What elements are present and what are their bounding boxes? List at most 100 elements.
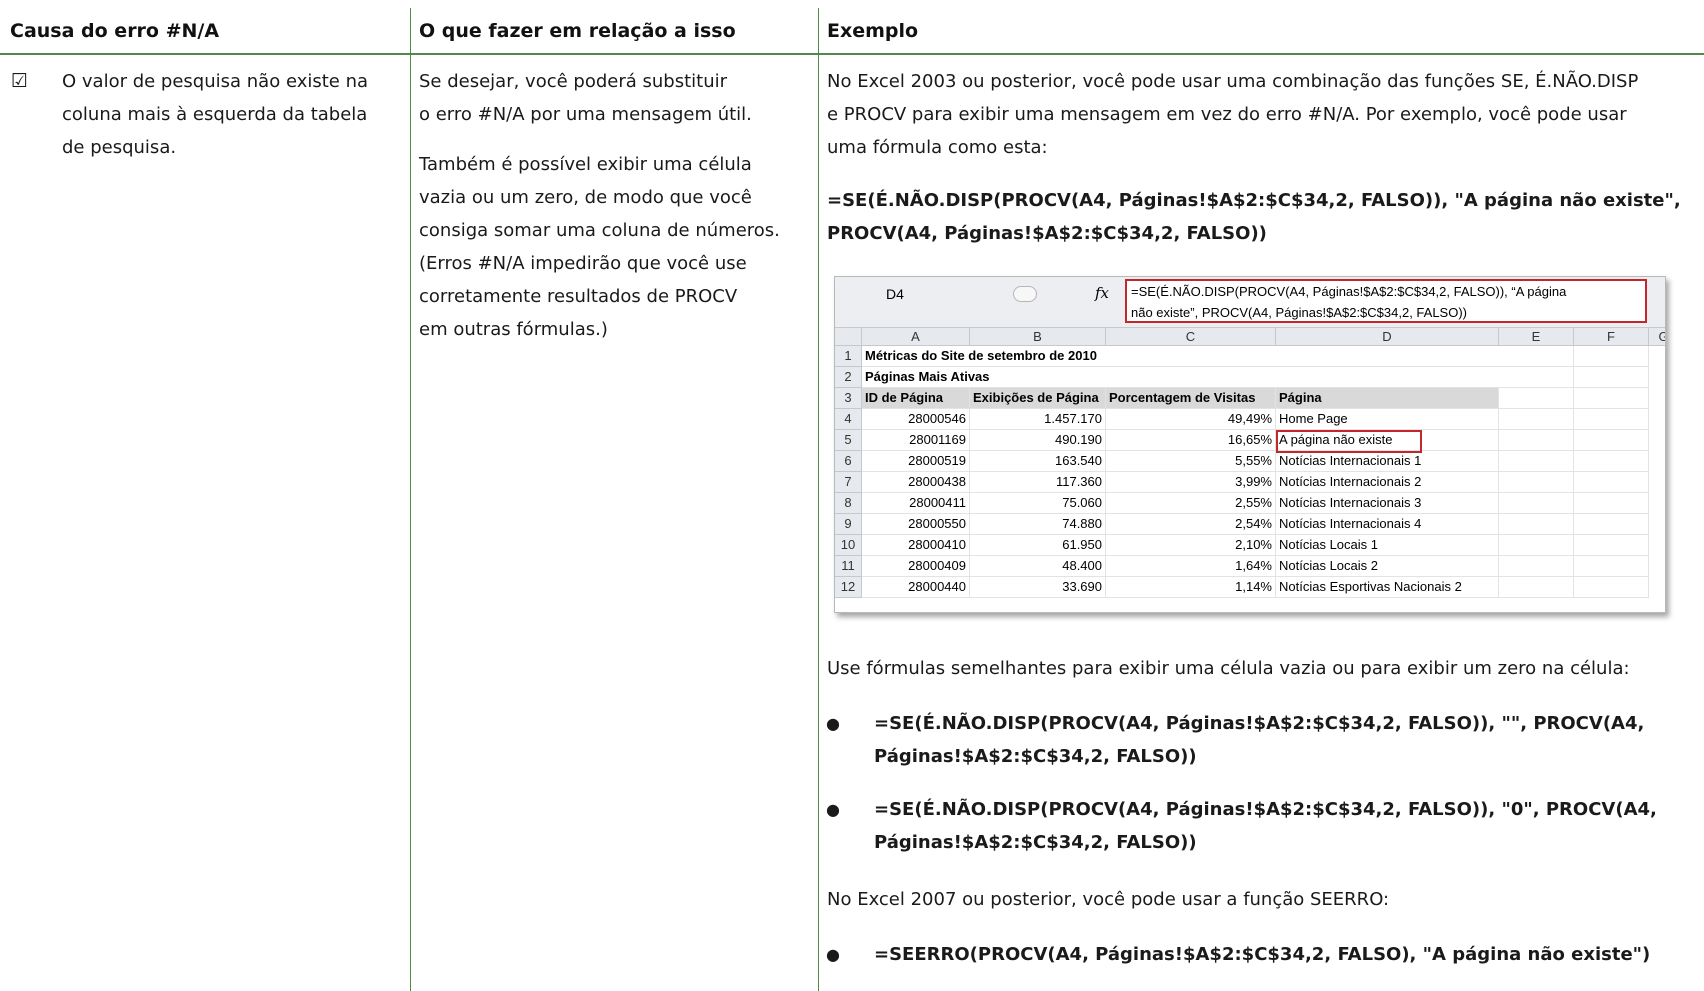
sheet-cell: [1574, 430, 1649, 451]
sheet-cell: 2,55%: [1106, 493, 1276, 514]
row-header: 6: [835, 451, 862, 472]
sheet-cell: 28000550: [862, 514, 970, 535]
sheet-cell: Notícias Locais 1: [1276, 535, 1499, 556]
sheet-cell: 163.540: [970, 451, 1106, 472]
example-intro: No Excel 2003 ou posterior, você pode us…: [827, 71, 1639, 158]
sheet-cell: Exibições de Página: [970, 388, 1106, 409]
row-header: 8: [835, 493, 862, 514]
column-header-b: B: [970, 328, 1106, 346]
bullet-icon: ●: [826, 945, 840, 964]
sheet-cell: 16,65%: [1106, 430, 1276, 451]
sheet-cell: [1499, 451, 1574, 472]
sheet-cell: [1499, 493, 1574, 514]
sheet-cell: 3,99%: [1106, 472, 1276, 493]
highlight-box-d5: [1276, 430, 1422, 453]
formula-empty-cell: =SE(É.NÃO.DISP(PROCV(A4, Páginas!$A$2:$C…: [874, 713, 1645, 767]
sheet-cell: Notícias Locais 2: [1276, 556, 1499, 577]
sheet-cell: Páginas Mais Ativas: [862, 367, 990, 388]
header-exemplo: Exemplo: [827, 20, 919, 42]
sheet-cell: 117.360: [970, 472, 1106, 493]
sheet-cell: [1276, 346, 1499, 367]
sheet-cell: 28000546: [862, 409, 970, 430]
sheet-cell: 1,14%: [1106, 577, 1276, 598]
row-header: 4: [835, 409, 862, 430]
row-header: 9: [835, 514, 862, 535]
sheet-cell: [1499, 556, 1574, 577]
sheet-cell: Notícias Esportivas Nacionais 2: [1276, 577, 1499, 598]
row-header: 11: [835, 556, 862, 577]
sheet-cell: Notícias Internacionais 1: [1276, 451, 1499, 472]
excel-2007-text: No Excel 2007 ou posterior, você pode us…: [827, 889, 1390, 910]
column-header-c: C: [1106, 328, 1276, 346]
sheet-cell: [1499, 577, 1574, 598]
sheet-cell: [1499, 430, 1574, 451]
row-header: 1: [835, 346, 862, 367]
sheet-cell: [1574, 409, 1649, 430]
formula-seerro: =SEERRO(PROCV(A4, Páginas!$A$2:$C$34,2, …: [874, 944, 1651, 965]
sheet-cell: [1106, 367, 1276, 388]
sheet-cell: [970, 367, 1106, 388]
column-divider-1: [410, 8, 411, 991]
column-header-e: E: [1499, 328, 1574, 346]
sheet-cell: [1106, 346, 1276, 367]
column-header-g: G: [1649, 328, 1665, 346]
sheet-cell: [1499, 514, 1574, 535]
sheet-cell: 75.060: [970, 493, 1106, 514]
name-box: D4: [886, 286, 904, 302]
sheet-cell: [970, 346, 1106, 367]
fx-icon: fx: [1095, 284, 1110, 302]
sheet-cell: 28000410: [862, 535, 970, 556]
sheet-cell: [1574, 556, 1649, 577]
sheet-cell: [1499, 367, 1574, 388]
sheet-cell: [1499, 535, 1574, 556]
header-divider: [0, 53, 1704, 55]
bullet-icon: ●: [826, 800, 840, 819]
formula-zero-cell: =SE(É.NÃO.DISP(PROCV(A4, Páginas!$A$2:$C…: [874, 799, 1657, 853]
header-o-que-fazer: O que fazer em relação a isso: [419, 20, 736, 42]
sheet-cell: 1,64%: [1106, 556, 1276, 577]
row-header: 10: [835, 535, 862, 556]
corner-cell: [835, 328, 862, 346]
column-header-f: F: [1574, 328, 1649, 346]
column-header-a: A: [862, 328, 970, 346]
sheet-cell: Notícias Internacionais 4: [1276, 514, 1499, 535]
sheet-cell: 61.950: [970, 535, 1106, 556]
column-header-d: D: [1276, 328, 1499, 346]
sheet-cell: [1574, 514, 1649, 535]
sheet-cell: 28000440: [862, 577, 970, 598]
similar-formulas-text: Use fórmulas semelhantes para exibir uma…: [827, 658, 1630, 679]
row-header: 5: [835, 430, 862, 451]
sheet-cell: 74.880: [970, 514, 1106, 535]
sheet-cell: Notícias Internacionais 3: [1276, 493, 1499, 514]
sheet-cell: Página: [1276, 388, 1499, 409]
sheet-cell: [1574, 451, 1649, 472]
sheet-cell: 490.190: [970, 430, 1106, 451]
excel-screenshot: D4 fx =SE(É.NÃO.DISP(PROCV(A4, Páginas!$…: [834, 276, 1666, 613]
sheet-cell: 28001169: [862, 430, 970, 451]
sheet-cell: Porcentagem de Visitas: [1106, 388, 1276, 409]
sheet-cell: [1499, 409, 1574, 430]
sheet-cell: [1574, 388, 1649, 409]
sheet-cell: [1574, 367, 1649, 388]
formula-se-nao-disp: =SE(É.NÃO.DISP(PROCV(A4, Páginas!$A$2:$C…: [827, 190, 1681, 244]
sheet-cell: 33.690: [970, 577, 1106, 598]
sheet-cell: 48.400: [970, 556, 1106, 577]
sheet-cell: 1.457.170: [970, 409, 1106, 430]
row-header: 2: [835, 367, 862, 388]
sheet-cell: ID de Página: [862, 388, 970, 409]
sheet-cell: 49,49%: [1106, 409, 1276, 430]
row-header: 7: [835, 472, 862, 493]
sheet-cell: [1499, 388, 1574, 409]
sheet-cell: [1574, 535, 1649, 556]
fix-paragraph-2: Também é possível exibir uma célula vazi…: [419, 154, 780, 340]
formula-text: =SE(É.NÃO.DISP(PROCV(A4, Páginas!$A$2:$C…: [1125, 279, 1647, 323]
sheet-cell: Métricas do Site de setembro de 2010: [862, 346, 1097, 367]
sheet-cell: 28000411: [862, 493, 970, 514]
fix-paragraph-1: Se desejar, você poderá substituir o err…: [419, 71, 752, 125]
sheet-cell: 28000438: [862, 472, 970, 493]
header-causa: Causa do erro #N/A: [10, 20, 220, 42]
sheet-cell: 28000519: [862, 451, 970, 472]
sheet-cell: 2,10%: [1106, 535, 1276, 556]
sheet-cell: [1574, 493, 1649, 514]
sheet-cell: [1574, 577, 1649, 598]
